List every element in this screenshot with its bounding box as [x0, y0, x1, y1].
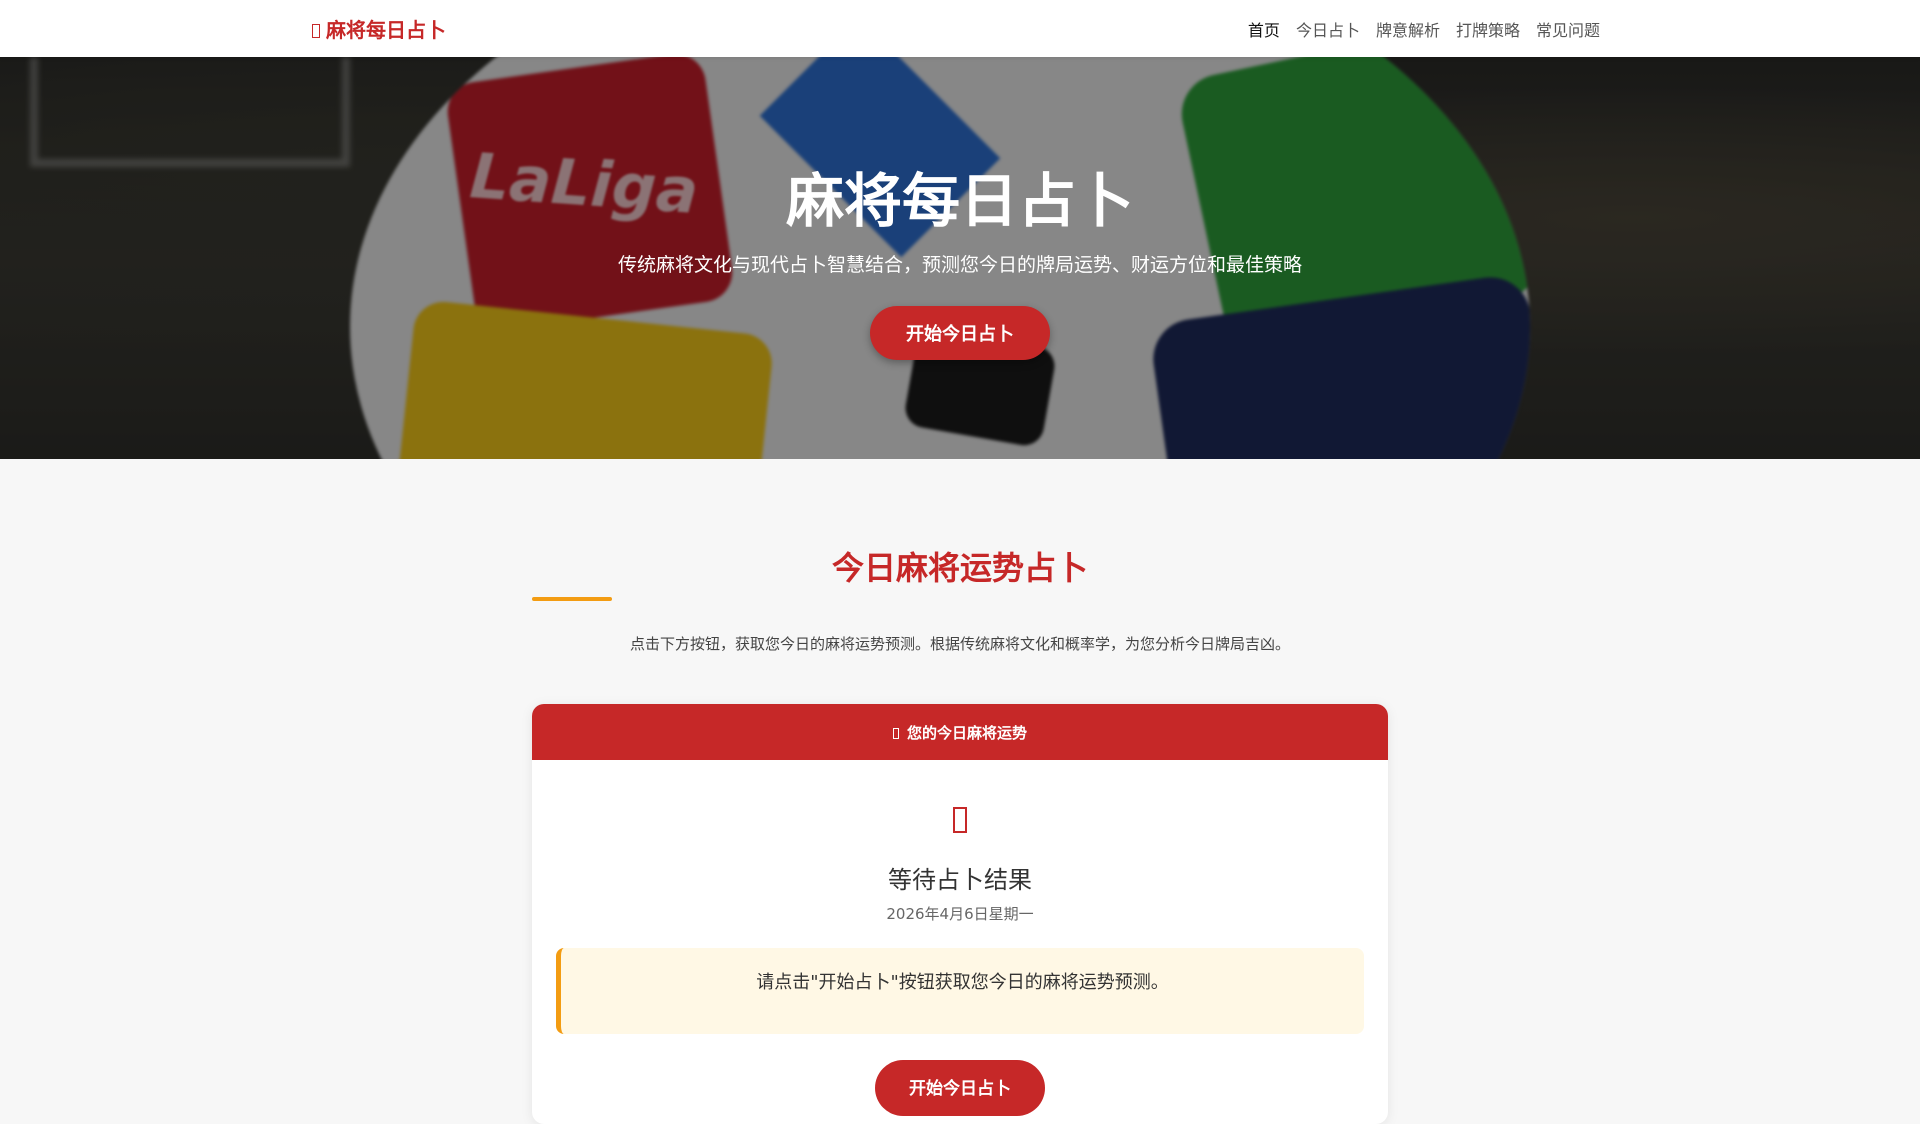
fortune-card: 您的今日麻将运势 等待占卜结果 2026年4月6日星期一 请点击"开始占卜"按钮… [532, 704, 1388, 1124]
brand-text: 麻将每日占卜 [326, 18, 446, 42]
notice-box: 请点击"开始占卜"按钮获取您今日的麻将运势预测。 [556, 948, 1364, 1034]
section-title: 今日麻将运势占卜 [831, 549, 1088, 587]
notice-text: 请点击"开始占卜"按钮获取您今日的麻将运势预测。 [756, 972, 1169, 993]
brand-link[interactable]: 麻将每日占卜 [312, 14, 446, 43]
nav-link-strategy[interactable]: 打牌策略 [1456, 17, 1520, 41]
result-placeholder-icon [953, 807, 967, 833]
nav-link-tile-meanings[interactable]: 牌意解析 [1376, 17, 1440, 41]
hero-title: 麻将每日占卜 [785, 167, 1134, 235]
result-title: 等待占卜结果 [888, 866, 1032, 894]
hero-start-button[interactable]: 开始今日占卜 [870, 306, 1050, 360]
section-description: 点击下方按钮，获取您今日的麻将运势预测。根据传统麻将文化和概率学，为您分析今日牌… [629, 635, 1290, 653]
navbar: 麻将每日占卜 首页 今日占卜 牌意解析 打牌策略 常见问题 [0, 0, 1920, 57]
card-start-button[interactable]: 开始今日占卜 [875, 1060, 1045, 1116]
brand-icon [312, 24, 320, 38]
hero-banner: LaLiga 麻将每日占卜 传统麻将文化与现代占卜智慧结合，预测您今日的牌局运势… [0, 57, 1920, 459]
section-underline [532, 597, 612, 601]
card-header: 您的今日麻将运势 [532, 704, 1388, 760]
card-header-icon [892, 728, 899, 739]
nav-link-faq[interactable]: 常见问题 [1536, 17, 1600, 41]
nav-link-home[interactable]: 首页 [1248, 17, 1280, 41]
result-date: 2026年4月6日星期一 [886, 905, 1034, 923]
card-header-title: 您的今日麻将运势 [906, 723, 1027, 742]
hero-subtitle: 传统麻将文化与现代占卜智慧结合，预测您今日的牌局运势、财运方位和最佳策略 [617, 254, 1302, 276]
nav-link-today-divination[interactable]: 今日占卜 [1296, 17, 1360, 41]
nav-links: 首页 今日占卜 牌意解析 打牌策略 常见问题 [1248, 17, 1600, 41]
